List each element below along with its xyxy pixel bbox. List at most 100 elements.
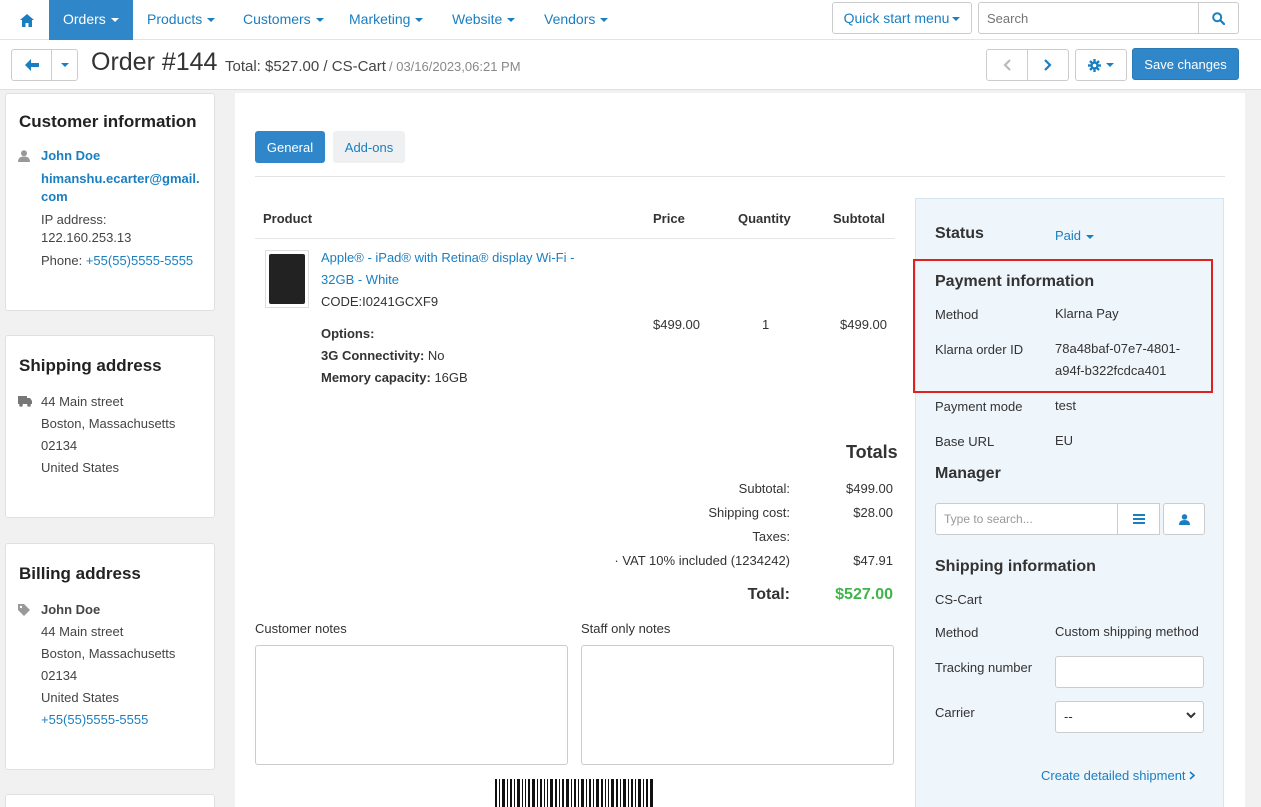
search-input[interactable] <box>978 2 1199 34</box>
nav-marketing[interactable]: Marketing <box>349 0 424 40</box>
chevron-right-icon <box>1044 59 1052 71</box>
shipping-method-value: Custom shipping method <box>1055 624 1199 639</box>
manager-user-button[interactable] <box>1163 503 1205 535</box>
shipping-store: CS-Cart <box>935 592 982 607</box>
chevron-down-icon <box>507 18 516 23</box>
billing-name: John Doe <box>41 602 101 617</box>
product-image[interactable] <box>265 250 309 308</box>
customer-notes-textarea[interactable] <box>255 645 568 765</box>
phone-link[interactable]: +55(55)5555-5555 <box>86 253 193 268</box>
options-label: Options: <box>321 326 375 341</box>
billing-street: 44 Main street <box>41 624 124 639</box>
table-header-divider <box>255 238 895 239</box>
tag-icon <box>18 604 30 616</box>
search-button[interactable] <box>1198 2 1239 34</box>
billing-zip: 02134 <box>41 668 78 683</box>
back-button[interactable] <box>11 49 52 81</box>
shipping-street: 44 Main street <box>41 394 124 409</box>
column-header-subtotal: Subtotal <box>833 211 885 226</box>
arrow-left-icon <box>24 59 39 71</box>
product-name-link-cont[interactable]: 32GB - White <box>321 269 399 291</box>
nav-products-label: Products <box>147 11 203 27</box>
option-memory: Memory capacity: 16GB <box>321 367 468 389</box>
tracking-number-label: Tracking number <box>935 660 1033 675</box>
truck-icon <box>18 396 32 407</box>
nav-customers[interactable]: Customers <box>243 0 324 40</box>
billing-phone-link[interactable]: +55(55)5555-5555 <box>41 709 148 731</box>
customer-notes-label: Customer notes <box>255 621 347 636</box>
order-total-summary: Total: $527.00 / CS-Cart <box>225 58 386 75</box>
tab-addons[interactable]: Add-ons <box>333 131 405 163</box>
nav-website-label: Website <box>452 11 503 27</box>
staff-notes-label: Staff only notes <box>581 621 671 636</box>
carrier-selected-value: -- <box>1064 709 1073 724</box>
next-order-button[interactable] <box>1027 49 1069 81</box>
nav-orders[interactable]: Orders <box>49 0 133 40</box>
manager-search-input[interactable]: Type to search... <box>935 503 1118 535</box>
shipping-cost-label: Shipping cost: <box>708 505 790 520</box>
sidebar-card <box>5 794 215 807</box>
manager-list-button[interactable] <box>1117 503 1160 535</box>
home-icon[interactable] <box>8 0 46 40</box>
chevron-down-icon <box>315 18 324 23</box>
base-url-value: EU <box>1055 433 1074 448</box>
chevron-down-icon <box>600 18 609 23</box>
customer-information-card: Customer information John Doe himanshu.e… <box>5 93 215 311</box>
subtotal-value: $499.00 <box>846 481 893 496</box>
top-navigation: Orders Products Customers Marketing Webs… <box>0 0 1261 40</box>
product-code: CODE:I0241GCXF9 <box>321 294 439 309</box>
customer-name-link[interactable]: John Doe <box>41 145 100 167</box>
nav-orders-label: Orders <box>63 11 106 27</box>
option-3g-label: 3G Connectivity: <box>321 348 425 363</box>
previous-order-button[interactable] <box>986 49 1028 81</box>
shipping-address-card: Shipping address 44 Main street Boston, … <box>5 335 215 518</box>
settings-dropdown-button[interactable] <box>1075 49 1127 81</box>
order-main-content: General Add-ons Product Price Quantity S… <box>235 93 1245 807</box>
phone-row: Phone: +55(55)5555-5555 <box>41 250 193 272</box>
create-shipment-label: Create detailed shipment <box>1041 768 1186 783</box>
option-memory-value: 16GB <box>434 370 468 385</box>
column-header-price: Price <box>653 211 685 226</box>
billing-address-card: Billing address John Doe 44 Main street … <box>5 543 215 770</box>
status-dropdown[interactable]: Paid <box>1055 228 1095 243</box>
chevron-down-icon <box>60 63 69 67</box>
shipping-cost-value: $28.00 <box>853 505 893 520</box>
nav-customers-label: Customers <box>243 11 311 27</box>
tab-general[interactable]: General <box>255 131 325 163</box>
shipping-method-label: Method <box>935 625 979 640</box>
staff-notes-textarea[interactable] <box>581 645 894 765</box>
customer-heading: Customer information <box>19 112 197 131</box>
quick-start-menu-button[interactable]: Quick start menu <box>832 2 972 34</box>
quick-start-label: Quick start menu <box>843 10 950 26</box>
total-label: Total: <box>747 586 790 603</box>
create-detailed-shipment-link[interactable]: Create detailed shipment <box>1041 768 1196 783</box>
chevron-down-icon <box>952 17 961 22</box>
billing-city: Boston, Massachusetts <box>41 646 176 661</box>
nav-marketing-label: Marketing <box>349 11 411 27</box>
phone-label: Phone: <box>41 253 83 268</box>
page-title: Order #144 <box>91 48 218 76</box>
nav-products[interactable]: Products <box>147 0 216 40</box>
billing-address-heading: Billing address <box>19 564 141 583</box>
tablet-image <box>269 254 305 304</box>
nav-vendors[interactable]: Vendors <box>544 0 609 40</box>
chevron-down-icon <box>1086 234 1095 239</box>
customer-email-link-cont[interactable]: com <box>41 186 68 208</box>
user-icon <box>1178 513 1190 525</box>
option-memory-label: Memory capacity: <box>321 370 431 385</box>
carrier-select[interactable]: -- <box>1055 701 1204 733</box>
chevron-down-icon <box>415 18 424 23</box>
billing-country: United States <box>41 690 120 705</box>
option-3g: 3G Connectivity: No <box>321 345 445 367</box>
payment-information-highlight-box <box>913 259 1213 393</box>
manager-heading: Manager <box>935 465 1001 482</box>
save-changes-button[interactable]: Save changes <box>1132 48 1239 80</box>
tracking-number-input[interactable] <box>1055 656 1204 688</box>
product-name-link[interactable]: Apple® - iPad® with Retina® display Wi-F… <box>321 247 574 269</box>
back-dropdown-button[interactable] <box>51 49 78 81</box>
nav-website[interactable]: Website <box>452 0 516 40</box>
option-3g-value: No <box>427 348 445 363</box>
chevron-down-icon <box>207 18 216 23</box>
product-subtotal: $499.00 <box>840 317 887 332</box>
product-price: $499.00 <box>653 317 700 332</box>
